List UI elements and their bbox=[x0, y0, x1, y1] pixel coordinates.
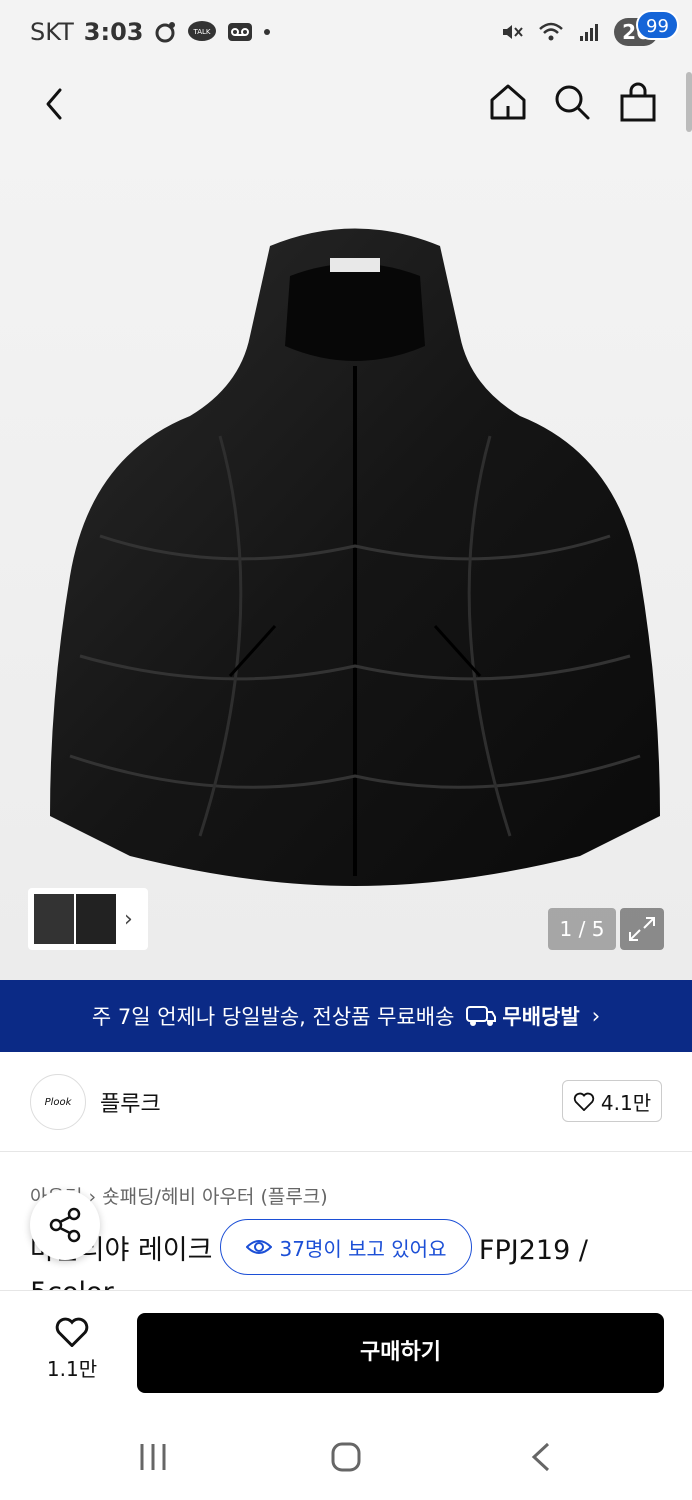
status-bar: SKT 3:03 TALK 26 bbox=[0, 0, 692, 66]
dot-icon bbox=[264, 29, 271, 35]
system-nav-bar bbox=[0, 1414, 692, 1500]
brand-logo[interactable]: Plook bbox=[30, 1074, 86, 1130]
buy-button[interactable]: 구매하기 bbox=[137, 1313, 664, 1393]
product-image bbox=[50, 228, 660, 886]
image-page-counter: 1 / 5 bbox=[548, 908, 616, 950]
signal-icon bbox=[580, 24, 599, 41]
wishlist-button[interactable]: 1.1만 bbox=[40, 1315, 104, 1385]
promo-badge-label: 무배당발 bbox=[502, 1005, 580, 1029]
brand-name[interactable]: 플루크 bbox=[100, 1086, 161, 1118]
status-left: SKT 3:03 TALK bbox=[30, 18, 271, 46]
brand-row[interactable]: Plook 플루크 4.1만 bbox=[0, 1052, 692, 1152]
mute-icon bbox=[503, 25, 523, 39]
promo-text: 주 7일 언제나 당일발송, 전상품 무료배송 bbox=[91, 1005, 455, 1029]
product-image-gallery[interactable]: › 1 / 5 bbox=[0, 146, 692, 980]
heart-icon bbox=[573, 1092, 595, 1111]
back-icon[interactable] bbox=[36, 84, 76, 124]
free-shipping-banner[interactable]: 주 7일 언제나 당일발송, 전상품 무료배송 무배당발 › bbox=[0, 980, 692, 1052]
carrier-label: SKT bbox=[30, 18, 74, 46]
brand-like-button[interactable]: 4.1만 bbox=[562, 1080, 662, 1122]
share-icon[interactable] bbox=[30, 1190, 100, 1260]
search-icon[interactable] bbox=[552, 82, 592, 122]
promo-arrow-icon: › bbox=[591, 1004, 601, 1028]
scrollbar[interactable] bbox=[686, 72, 692, 132]
home-icon[interactable] bbox=[488, 82, 528, 122]
status-right: 26 bbox=[500, 18, 658, 46]
brand-like-count: 4.1만 bbox=[600, 1090, 652, 1115]
viewer-count-pill: 37명이 보고 있어요 bbox=[220, 1219, 472, 1275]
thumbnail-strip[interactable]: › bbox=[28, 888, 148, 950]
bottom-action-bar: 1.1만 구매하기 bbox=[0, 1290, 692, 1414]
eye-icon bbox=[245, 1240, 272, 1254]
thumbnail-more-icon[interactable]: › bbox=[124, 907, 133, 932]
kakaotalk-icon: TALK bbox=[188, 21, 217, 41]
thumbnail-1[interactable] bbox=[34, 894, 74, 944]
expand-icon[interactable] bbox=[620, 908, 664, 950]
recent-apps-icon[interactable] bbox=[138, 1440, 168, 1474]
cart-icon[interactable] bbox=[618, 82, 658, 122]
cart-count-badge: 99 bbox=[636, 10, 679, 40]
wifi-icon bbox=[539, 22, 563, 41]
truck-icon bbox=[466, 1006, 497, 1026]
home-nav-icon[interactable] bbox=[330, 1440, 362, 1474]
viewer-count-text: 37명이 보고 있어요 bbox=[279, 1236, 447, 1261]
clock: 3:03 bbox=[83, 18, 144, 46]
back-nav-icon[interactable] bbox=[528, 1440, 552, 1474]
heart-icon bbox=[55, 1317, 89, 1348]
location-icon bbox=[155, 22, 176, 43]
svg-text:TALK: TALK bbox=[193, 28, 211, 36]
wishlist-count: 1.1만 bbox=[46, 1357, 98, 1381]
thumbnail-2[interactable] bbox=[76, 894, 116, 944]
promo-badge: 무배당발 bbox=[466, 1001, 580, 1031]
top-nav bbox=[0, 66, 692, 146]
voicemail-icon bbox=[228, 23, 253, 41]
